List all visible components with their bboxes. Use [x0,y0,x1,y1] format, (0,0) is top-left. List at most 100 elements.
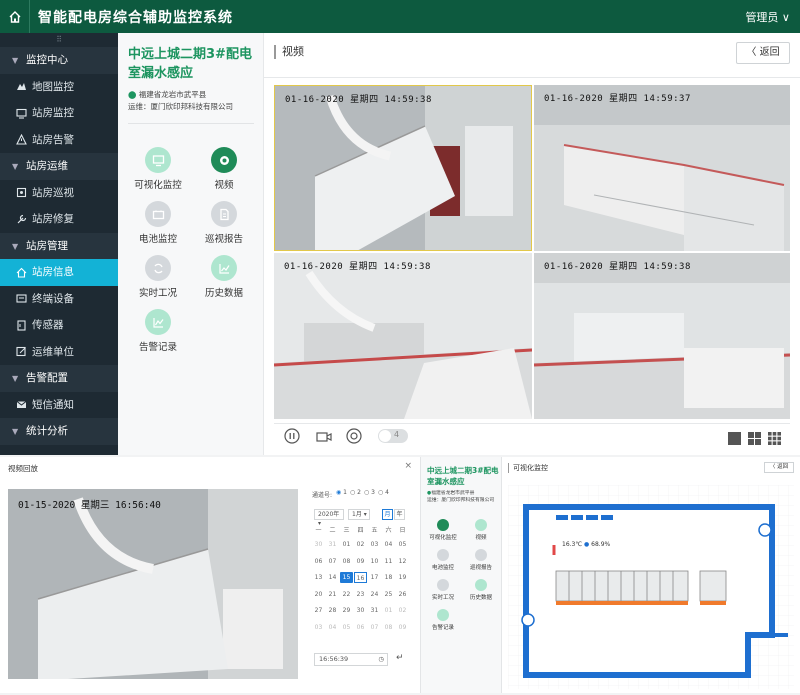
time-input[interactable]: 16:56:39 ◷ [314,653,388,666]
calendar-day[interactable]: 12 [396,556,409,567]
calendar-day[interactable]: 16 [354,572,367,583]
calendar-day[interactable]: 19 [396,572,409,583]
sidebar-item-station-info[interactable]: 站房信息 [0,259,118,286]
calendar-day[interactable]: 27 [312,605,325,616]
calendar-day[interactable]: 31 [368,605,381,616]
sidebar-item-sms[interactable]: 短信通知 [0,392,118,419]
ptz-button[interactable] [346,428,362,448]
fn-battery[interactable]: 电池监控 [128,201,188,245]
sidebar-group-stats[interactable]: ▼ 统计分析 [0,418,118,445]
channel-radio-1[interactable]: ◉ 1 [336,489,347,496]
channel-radio-4[interactable]: ○ 4 [378,489,389,496]
home-button[interactable] [0,0,30,33]
calendar-day[interactable]: 03 [368,539,381,550]
fn-visual-monitor[interactable]: 可视化监控 [425,519,461,541]
pause-button[interactable] [284,428,300,448]
view-year-button[interactable]: 年 [394,509,405,520]
channel-radio-3[interactable]: ○ 3 [364,489,375,496]
calendar-day[interactable]: 22 [340,589,353,600]
sidebar-group-monitor[interactable]: ▼ 监控中心 [0,47,118,74]
fn-patrol-report[interactable]: 巡视报告 [194,201,254,245]
calendar-day[interactable]: 25 [382,589,395,600]
sidebar-item-station-repair[interactable]: 站房修复 [0,206,118,233]
sidebar-item-station-monitor[interactable]: 站房监控 [0,100,118,127]
channel-toggle[interactable]: 4 [378,429,408,443]
sidebar-item-terminal[interactable]: 终端设备 [0,286,118,313]
sidebar-item-station-patrol[interactable]: 站房巡视 [0,180,118,207]
back-button[interactable]: 〈 返回 [764,462,794,473]
month-select[interactable]: 1月 ▾ [348,509,370,520]
calendar-day[interactable]: 31 [326,539,339,550]
camera-feed-1[interactable]: 01-16-2020 星期四 14:59:38 [274,85,532,251]
calendar-day[interactable]: 30 [354,605,367,616]
calendar-day[interactable]: 20 [312,589,325,600]
calendar-day[interactable]: 14 [326,572,339,583]
calendar-day[interactable]: 05 [396,539,409,550]
sidebar-item-ops-unit[interactable]: 运维单位 [0,339,118,366]
camera-feed-2[interactable]: 01-16-2020 星期四 14:59:37 [534,85,790,251]
calendar-day[interactable]: 28 [326,605,339,616]
fn-visual-monitor[interactable]: 可视化监控 [128,147,188,191]
sidebar-item-sensor[interactable]: 传感器 [0,312,118,339]
fn-realtime[interactable]: 实时工况 [128,255,188,299]
calendar-day[interactable]: 06 [312,556,325,567]
camera-feed-3[interactable]: 01-16-2020 星期四 14:59:38 [274,253,532,419]
calendar-day[interactable]: 29 [340,605,353,616]
sidebar-item-station-alarm[interactable]: 站房告警 [0,127,118,154]
calendar-day[interactable]: 15 [340,572,353,583]
enter-button[interactable]: ↵ [396,653,404,663]
calendar-day[interactable]: 06 [354,622,367,633]
calendar-day[interactable]: 10 [368,556,381,567]
layout-4-button[interactable] [748,430,761,449]
fn-realtime[interactable]: 实时工况 [425,579,461,601]
calendar-day[interactable]: 21 [326,589,339,600]
sidebar-group-alarm-config[interactable]: ▼ 告警配置 [0,365,118,392]
playback-video[interactable]: 01-15-2020 星期三 16:56:40 [8,489,298,679]
fn-history[interactable]: 历史数据 [463,579,499,601]
fn-alarm-log[interactable]: 告警记录 [425,609,461,631]
fn-patrol-report[interactable]: 巡视报告 [463,549,499,571]
fn-history[interactable]: 历史数据 [194,255,254,299]
user-menu[interactable]: 管理员 ∨ [745,9,790,25]
camera-feed-4[interactable]: 01-16-2020 星期四 14:59:38 [534,253,790,419]
calendar-day[interactable]: 09 [354,556,367,567]
close-button[interactable]: × [404,461,412,471]
sidebar-item-map-monitor[interactable]: 地图监控 [0,74,118,101]
sidebar-group-ops[interactable]: ▼ 站房运维 [0,153,118,180]
year-select[interactable]: 2020年 ▾ [314,509,344,527]
calendar-day[interactable]: 07 [368,622,381,633]
calendar-day[interactable]: 03 [312,622,325,633]
sidebar-collapse-handle[interactable]: ⠿ [0,33,118,47]
calendar-day[interactable]: 30 [312,539,325,550]
calendar-day[interactable]: 02 [354,539,367,550]
calendar-day[interactable]: 26 [396,589,409,600]
calendar-day[interactable]: 09 [396,622,409,633]
calendar-day[interactable]: 24 [368,589,381,600]
calendar-day[interactable]: 08 [340,556,353,567]
calendar-day[interactable]: 02 [396,605,409,616]
calendar-day[interactable]: 11 [382,556,395,567]
back-button[interactable]: 〈 返回 [736,42,790,64]
calendar-day[interactable]: 04 [326,622,339,633]
calendar-day[interactable]: 01 [340,539,353,550]
fn-video[interactable]: 视频 [194,147,254,191]
calendar-day[interactable]: 01 [382,605,395,616]
calendar-day[interactable]: 07 [326,556,339,567]
view-month-button[interactable]: 月 [382,509,393,520]
channel-radio-2[interactable]: ○ 2 [350,489,361,496]
fn-battery[interactable]: 电池监控 [425,549,461,571]
calendar-day[interactable]: 18 [382,572,395,583]
calendar-day[interactable]: 08 [382,622,395,633]
calendar-day[interactable]: 23 [354,589,367,600]
calendar-day[interactable]: 17 [368,572,381,583]
calendar-day[interactable]: 13 [312,572,325,583]
layout-9-button[interactable] [768,430,781,449]
record-button[interactable] [316,429,332,448]
layout-1-button[interactable] [728,430,741,449]
fn-video[interactable]: 视频 [463,519,499,541]
grid-1-icon [728,432,741,445]
calendar-day[interactable]: 04 [382,539,395,550]
sidebar-group-manage[interactable]: ▼ 站房管理 [0,232,118,259]
fn-alarm-log[interactable]: 告警记录 [128,309,188,353]
calendar-day[interactable]: 05 [340,622,353,633]
